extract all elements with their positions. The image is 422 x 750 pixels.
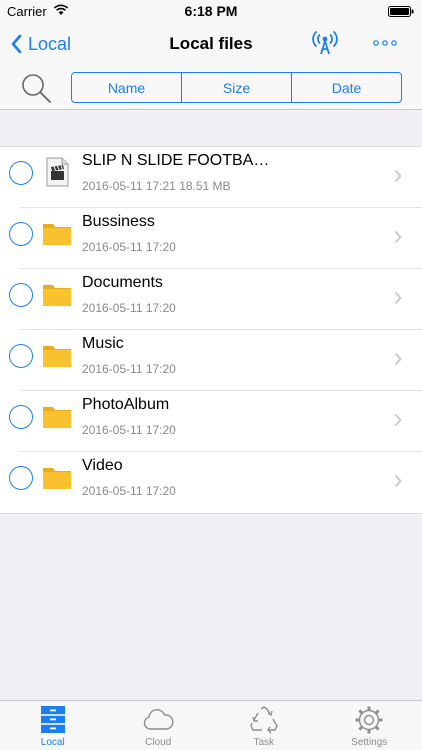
sort-bar: Name Size Date — [0, 66, 422, 110]
status-time: 6:18 PM — [184, 3, 238, 19]
chevron-right-icon — [394, 291, 402, 305]
file-row[interactable]: Documents 2016-05-11 17:20 — [0, 269, 422, 330]
gear-icon — [355, 706, 383, 734]
tab-local[interactable]: Local — [0, 701, 106, 750]
more-options-icon[interactable] — [372, 40, 398, 46]
file-meta: 2016-05-11 17:21 18.51 MB — [82, 179, 231, 193]
navigation-bar: Local Local files — [0, 22, 422, 66]
file-meta: 2016-05-11 17:20 — [82, 484, 176, 498]
video-file-icon — [46, 157, 69, 187]
folder-icon — [43, 407, 71, 428]
tab-task[interactable]: Task — [211, 701, 317, 750]
chevron-right-icon — [394, 413, 402, 427]
tab-settings[interactable]: Settings — [317, 701, 422, 750]
tab-bar: Local Cloud Task Settings — [0, 700, 422, 750]
select-checkbox[interactable] — [9, 283, 33, 307]
chevron-right-icon — [394, 230, 402, 244]
file-name: Documents — [82, 274, 163, 291]
recycle-icon — [249, 706, 278, 734]
select-checkbox[interactable] — [9, 405, 33, 429]
file-row[interactable]: PhotoAlbum 2016-05-11 17:20 — [0, 391, 422, 452]
chevron-right-icon — [394, 474, 402, 488]
chevron-right-icon — [394, 352, 402, 366]
tab-label: Task — [253, 737, 275, 748]
file-name: Music — [82, 335, 124, 352]
folder-icon — [43, 468, 71, 489]
status-bar: Carrier 6:18 PM — [0, 0, 422, 22]
sort-by-size-button[interactable]: Size — [181, 73, 291, 102]
select-checkbox[interactable] — [9, 161, 33, 185]
file-name: PhotoAlbum — [82, 396, 170, 413]
file-name: Video — [82, 457, 123, 474]
file-row[interactable]: Video 2016-05-11 17:20 — [0, 452, 422, 513]
battery-icon — [388, 6, 414, 17]
file-meta: 2016-05-11 17:20 — [82, 240, 176, 254]
file-row[interactable]: SLIP N SLIDE FOOTBA… 2016-05-11 17:21 18… — [0, 147, 422, 208]
file-name: SLIP N SLIDE FOOTBA… — [82, 152, 270, 169]
sort-by-date-button[interactable]: Date — [291, 73, 401, 102]
cloud-icon — [144, 709, 174, 730]
tab-label: Cloud — [145, 737, 172, 748]
folder-icon — [43, 346, 71, 367]
file-meta: 2016-05-11 17:20 — [82, 301, 176, 315]
wifi-transfer-icon[interactable] — [310, 30, 340, 56]
cabinet-icon — [40, 706, 65, 733]
file-row[interactable]: Bussiness 2016-05-11 17:20 — [0, 208, 422, 269]
file-name: Bussiness — [82, 213, 155, 230]
file-row[interactable]: Music 2016-05-11 17:20 — [0, 330, 422, 391]
tab-cloud[interactable]: Cloud — [106, 701, 212, 750]
select-checkbox[interactable] — [9, 466, 33, 490]
tab-label: Settings — [351, 737, 388, 748]
folder-icon — [43, 224, 71, 245]
sort-segmented-control: Name Size Date — [71, 72, 402, 103]
file-meta: 2016-05-11 17:20 — [82, 423, 176, 437]
file-list: SLIP N SLIDE FOOTBA… 2016-05-11 17:21 18… — [0, 146, 422, 514]
sort-by-name-button[interactable]: Name — [72, 73, 181, 102]
page-title: Local files — [169, 34, 253, 53]
file-meta: 2016-05-11 17:20 — [82, 362, 176, 376]
tab-label: Local — [40, 737, 65, 748]
select-checkbox[interactable] — [9, 344, 33, 368]
folder-icon — [43, 285, 71, 306]
search-icon[interactable] — [20, 72, 52, 104]
select-checkbox[interactable] — [9, 222, 33, 246]
chevron-right-icon — [394, 169, 402, 183]
